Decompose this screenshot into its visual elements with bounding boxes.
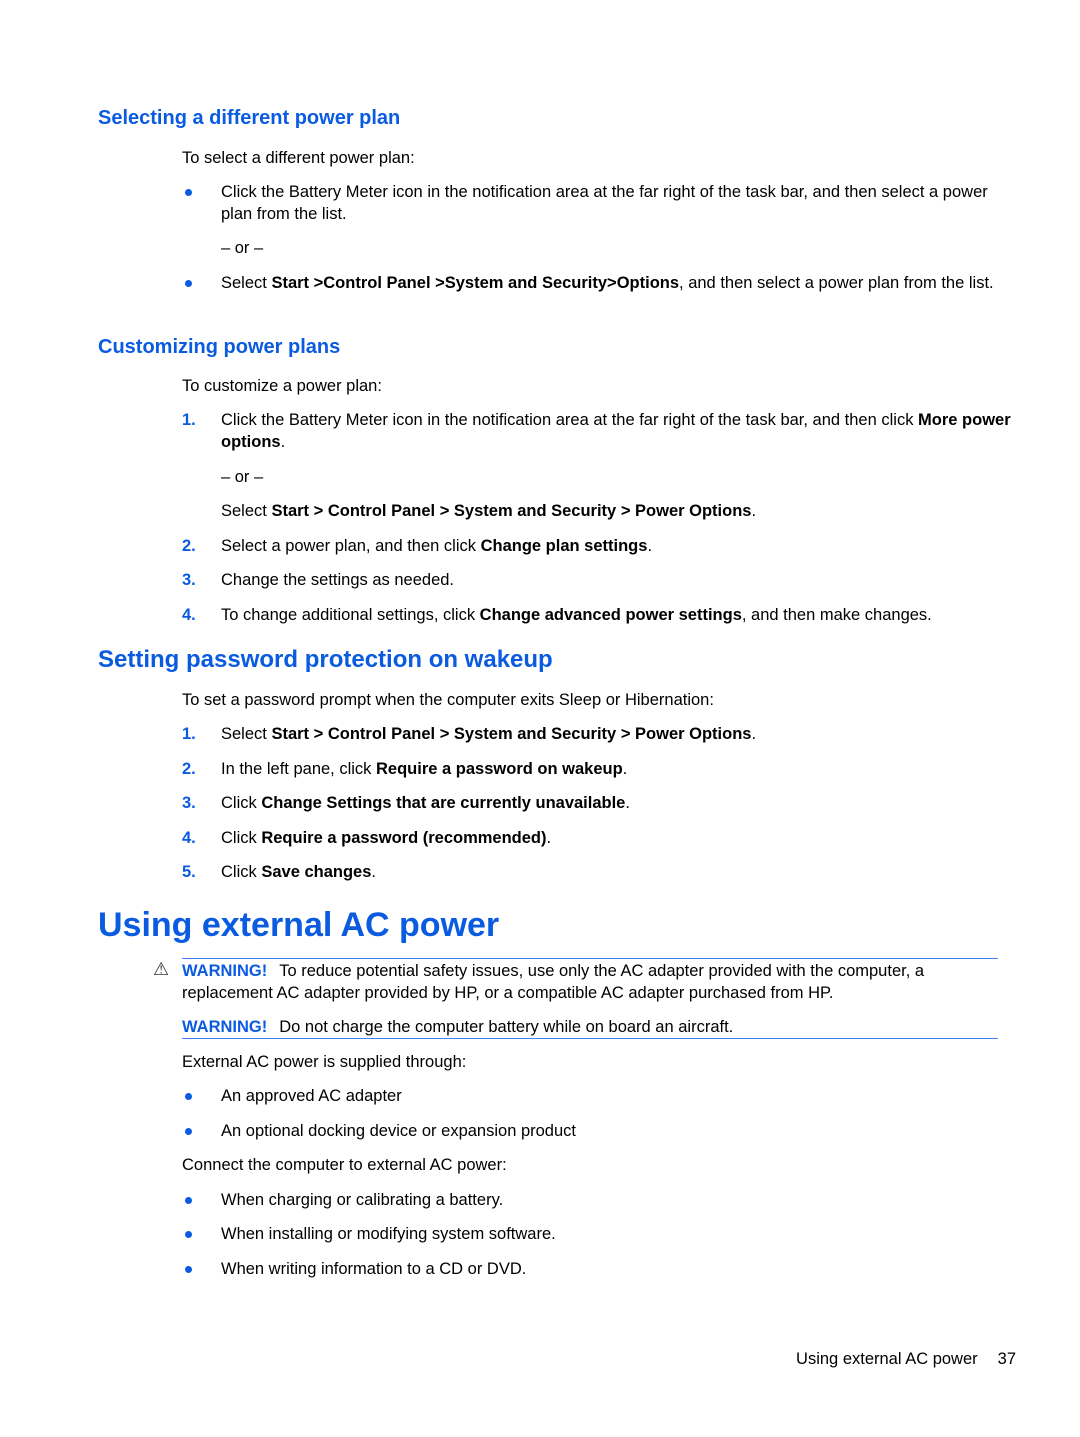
step-item: 5. Click Save changes. xyxy=(182,863,376,881)
list-item: When writing information to a CD or DVD. xyxy=(182,1258,1012,1280)
connect-intro: Connect the computer to external AC powe… xyxy=(182,1156,507,1174)
document-page: Selecting a different power plan To sele… xyxy=(0,0,1080,1437)
footer-section: Using external AC power xyxy=(796,1350,978,1368)
step-item: 4. To change additional settings, click … xyxy=(182,606,932,624)
customize-intro: To customize a power plan: xyxy=(182,377,382,395)
or-separator: – or – xyxy=(221,468,264,486)
step-item: 1. Click the Battery Meter icon in the n… xyxy=(182,411,1011,451)
warning-1: WARNING! To reduce potential safety issue… xyxy=(182,962,925,1002)
step-item: 3. Click Change Settings that are curren… xyxy=(182,794,630,812)
step-item: 1. Select Start > Control Panel > System… xyxy=(182,725,757,743)
or-separator: – or – xyxy=(221,239,264,257)
list-item: Select Start >Control Panel >System and … xyxy=(182,272,1012,294)
heading-password: Setting password protection on wakeup xyxy=(98,646,553,673)
menu-path: Start >Control Panel >System and Securit… xyxy=(271,274,680,292)
supplied-intro: External AC power is supplied through: xyxy=(182,1053,467,1071)
list-item: Click the Battery Meter icon in the noti… xyxy=(182,181,1012,225)
password-intro: To set a password prompt when the comput… xyxy=(182,691,714,709)
bullet-icon xyxy=(185,1093,192,1100)
bullet-icon xyxy=(185,1197,192,1204)
warning-rule-top xyxy=(182,958,998,959)
bullet-icon xyxy=(185,280,192,287)
heading-external-ac: Using external AC power xyxy=(98,906,500,944)
list-item: When installing or modifying system soft… xyxy=(182,1223,1012,1245)
heading-select-plan: Selecting a different power plan xyxy=(98,107,401,129)
select-plan-intro: To select a different power plan: xyxy=(182,149,415,167)
step-item: 2. Select a power plan, and then click C… xyxy=(182,537,653,555)
step-item: 2. In the left pane, click Require a pas… xyxy=(182,760,628,778)
page-footer: Using external AC power 37 xyxy=(796,1350,1016,1369)
list-item: An approved AC adapter xyxy=(182,1085,1012,1107)
bullet-icon xyxy=(185,1266,192,1273)
list-item: When charging or calibrating a battery. xyxy=(182,1189,1012,1211)
warning-2: WARNING! Do not charge the computer batte… xyxy=(182,1018,734,1036)
page-number: 37 xyxy=(997,1350,1016,1368)
bullet-icon xyxy=(185,1128,192,1135)
list-item: An optional docking device or expansion … xyxy=(182,1120,1012,1142)
step-item: 4. Click Require a password (recommended… xyxy=(182,829,552,847)
warning-triangle-icon: ⚠ xyxy=(153,959,170,979)
warning-rule-bottom xyxy=(182,1038,998,1039)
alt-step: Select Start > Control Panel > System an… xyxy=(221,502,757,520)
step-item: 3. Change the settings as needed. xyxy=(182,571,455,589)
heading-customize: Customizing power plans xyxy=(98,336,341,358)
bullet-icon xyxy=(185,1231,192,1238)
bullet-icon xyxy=(185,189,192,196)
